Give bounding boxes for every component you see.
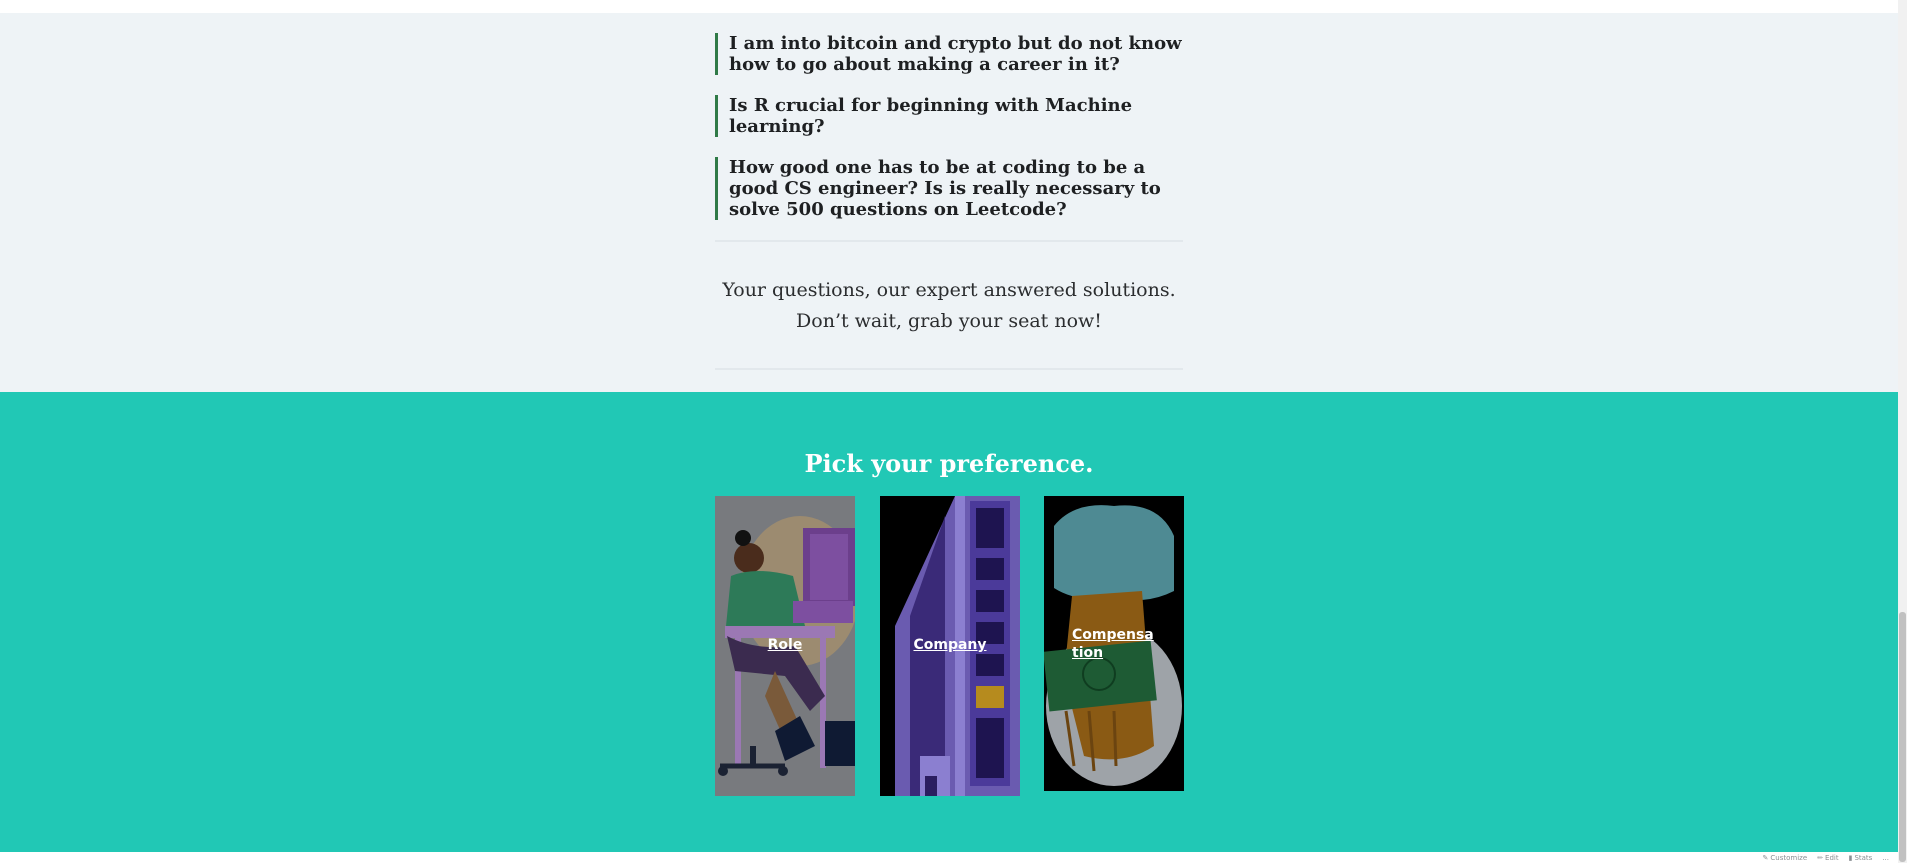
cta-line-1: Your questions, our expert answered solu… [722,279,1176,301]
faq-item[interactable]: How good one has to be at coding to be a… [715,157,1183,220]
preference-section: Pick your preference. Role Company Compe… [0,392,1898,852]
scrollbar[interactable] [1898,0,1907,863]
admin-label: Customize [1770,853,1808,862]
card-label[interactable]: Role [715,637,855,653]
cta-line-2: Don’t wait, grab your seat now! [796,310,1102,332]
bar-chart-icon: ▮ [1848,853,1853,862]
company-card[interactable]: Company [880,496,1020,796]
admin-bar: ✎ Customize ✏ Edit ▮ Stats ... [1756,852,1895,863]
scrollbar-thumb[interactable] [1899,612,1906,862]
card-label[interactable]: Company [880,637,1020,653]
more-icon[interactable]: ... [1882,854,1889,862]
divider [715,368,1183,370]
stats-link[interactable]: ▮ Stats [1849,854,1873,862]
faq-list: I am into bitcoin and crypto but do not … [715,33,1183,240]
preference-heading: Pick your preference. [804,449,1094,478]
cta-text: Your questions, our expert answered solu… [715,275,1183,337]
admin-label: Edit [1825,853,1839,862]
card-label[interactable]: Compensa tion [1072,626,1154,662]
customize-link[interactable]: ✎ Customize [1763,854,1808,862]
admin-label: Stats [1854,853,1873,862]
divider [715,240,1183,242]
bottom-strip [0,852,1898,863]
faq-item[interactable]: I am into bitcoin and crypto but do not … [715,33,1183,75]
role-card[interactable]: Role [715,496,855,796]
compensation-card[interactable]: Compensa tion [1044,496,1184,791]
edit-link[interactable]: ✏ Edit [1817,854,1838,862]
faq-item[interactable]: Is R crucial for beginning with Machine … [715,95,1183,137]
pencil-icon: ✏ [1817,853,1824,862]
brush-icon: ✎ [1762,853,1769,862]
top-strip [0,0,1898,13]
